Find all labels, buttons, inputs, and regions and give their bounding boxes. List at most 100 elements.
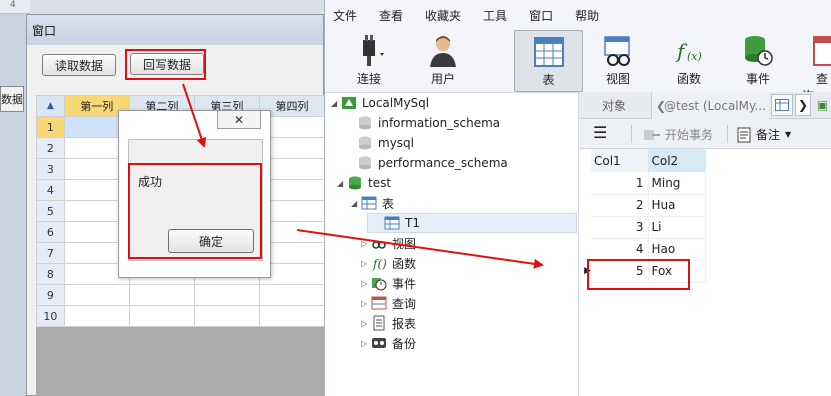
tree-reports-group[interactable]: ▷ 报表 <box>361 313 416 333</box>
data-row[interactable]: 2 Hua <box>579 194 706 217</box>
column-header-col2[interactable]: Col2 <box>648 149 706 172</box>
view-label: 视图 <box>605 72 630 86</box>
row-header[interactable]: 6 <box>36 221 65 243</box>
cell-col2[interactable]: Hua <box>648 194 706 217</box>
grid-row[interactable]: 9 <box>36 284 325 306</box>
data-header-row: Col1 Col2 <box>579 149 706 172</box>
close-icon[interactable]: ✕ <box>217 111 261 129</box>
tree-database-test[interactable]: ◢ test <box>337 173 391 193</box>
background-button[interactable]: 数据 <box>0 86 24 112</box>
row-header[interactable]: 2 <box>36 137 65 159</box>
main-toolbar: 连接 用户 表 视图 f (x) 函数 事件 查 <box>325 30 831 92</box>
row-header[interactable]: 10 <box>36 305 65 327</box>
table-icon <box>533 37 564 67</box>
grid-corner-icon[interactable]: ▲ <box>36 95 65 117</box>
tab-scroll-right-icon[interactable]: ❯ <box>795 94 811 116</box>
highlight-box-dialog <box>128 163 262 259</box>
menu-favorites[interactable]: 收藏夹 <box>425 7 461 24</box>
grid-cell[interactable] <box>63 305 130 327</box>
data-row[interactable]: 4 Hao <box>579 238 706 261</box>
grid-cell[interactable] <box>193 305 260 327</box>
tab-extra-icon[interactable]: ▣ <box>813 94 831 116</box>
tree-backups-group[interactable]: ▷ 备份 <box>361 333 416 353</box>
highlight-box-new-row <box>587 259 690 290</box>
tree-events-group[interactable]: ▷ 事件 <box>361 273 416 293</box>
queries-group-label: 查询 <box>392 296 417 311</box>
query-button[interactable]: 查询 <box>802 30 831 92</box>
menu-file[interactable]: 文件 <box>333 7 357 24</box>
navicat-window: 文件 查看 收藏夹 工具 窗口 帮助 连接 用户 表 视图 f (x) 函数 事… <box>324 0 831 396</box>
separator <box>631 125 632 143</box>
data-row[interactable]: 3 Li <box>579 216 706 239</box>
cell-col2[interactable]: Ming <box>648 172 706 195</box>
grid-cell[interactable] <box>128 305 195 327</box>
tree-connection[interactable]: ◢ LocalMySql <box>331 93 429 113</box>
user-button[interactable]: 用户 <box>413 30 473 92</box>
database-open-icon <box>349 176 361 190</box>
user-label: 用户 <box>430 72 455 86</box>
event-button[interactable]: 事件 <box>728 30 788 92</box>
queries-icon <box>371 296 387 310</box>
menu-help[interactable]: 帮助 <box>575 7 599 24</box>
menu-bar: 文件 查看 收藏夹 工具 窗口 帮助 <box>325 0 831 30</box>
grid-cell[interactable] <box>128 284 195 306</box>
row-header[interactable]: 3 <box>36 158 65 180</box>
data-row[interactable]: 1 Ming <box>579 172 706 195</box>
view-button[interactable]: 视图 <box>588 30 648 92</box>
functions-icon: f() <box>372 257 387 271</box>
tree-database[interactable]: information_schema <box>347 113 500 133</box>
memo-button[interactable]: 备注 ▼ <box>737 126 791 143</box>
read-data-button[interactable]: 读取数据 <box>42 54 116 76</box>
menu-icon[interactable]: ☰ <box>593 123 607 142</box>
menu-tools[interactable]: 工具 <box>483 7 507 24</box>
grid-cell[interactable] <box>258 305 325 327</box>
tree-database[interactable]: mysql <box>347 133 414 153</box>
cell-col2[interactable]: Li <box>648 216 706 239</box>
table-button[interactable]: 表 <box>514 30 583 92</box>
database-name: test <box>368 176 392 190</box>
table-view-icon[interactable] <box>771 94 793 116</box>
tree-functions-group[interactable]: ▷ f() 函数 <box>361 253 416 273</box>
grid-cell[interactable] <box>63 284 130 306</box>
query-icon <box>813 36 831 66</box>
cell-col1[interactable]: 3 <box>591 216 649 239</box>
function-label: 函数 <box>676 72 701 86</box>
cell-col1[interactable]: 4 <box>591 238 649 261</box>
query-label: 查询 <box>802 72 829 92</box>
tab-table-t1[interactable]: ❮ @test (LocalMy... <box>651 92 769 119</box>
begin-transaction-button[interactable]: 开始事务 <box>643 126 713 143</box>
tree-table-t1[interactable]: T1 <box>367 213 577 233</box>
grid-cell[interactable] <box>193 284 260 306</box>
column-header-col1[interactable]: Col1 <box>591 149 649 172</box>
row-header[interactable]: 4 <box>36 179 65 201</box>
tables-group-label: 表 <box>382 196 395 211</box>
table-data-pane: 对象 ❮ @test (LocalMy... ❯ ▣ ☰ 开始事务 备注 ▼ C… <box>579 92 831 396</box>
tree-queries-group[interactable]: ▷ 查询 <box>361 293 416 313</box>
row-header[interactable]: 5 <box>36 200 65 222</box>
tree-tables-group[interactable]: ◢ 表 <box>351 193 394 213</box>
cell-col1[interactable]: 2 <box>591 194 649 217</box>
tab-objects[interactable]: 对象 <box>579 92 649 119</box>
object-tree: ◢ LocalMySql information_schema mysql pe… <box>325 92 579 396</box>
cell-col2[interactable]: Hao <box>648 238 706 261</box>
tree-database[interactable]: performance_schema <box>347 153 508 173</box>
cell-col1[interactable]: 1 <box>591 172 649 195</box>
menu-view[interactable]: 查看 <box>379 7 403 24</box>
menu-window[interactable]: 窗口 <box>529 7 553 24</box>
connection-button[interactable]: 连接 <box>339 30 399 92</box>
grid-cell[interactable] <box>258 284 325 306</box>
grid-row[interactable]: 10 <box>36 305 325 327</box>
tree-views-group[interactable]: ▷ 视图 <box>361 233 416 253</box>
database-name: performance_schema <box>378 156 508 170</box>
begin-transaction-label: 开始事务 <box>665 128 714 142</box>
ruler: 4 <box>0 0 30 14</box>
row-header[interactable]: 1 <box>36 116 65 138</box>
backups-icon <box>372 338 386 348</box>
row-header[interactable]: 8 <box>36 263 65 285</box>
chevron-down-icon: ▼ <box>785 130 792 139</box>
row-header[interactable]: 7 <box>36 242 65 264</box>
connection-label: 连接 <box>356 72 381 86</box>
tab-scroll-left-icon[interactable]: ❮ <box>656 99 666 113</box>
row-header[interactable]: 9 <box>36 284 65 306</box>
function-button[interactable]: f (x) 函数 <box>659 30 719 92</box>
